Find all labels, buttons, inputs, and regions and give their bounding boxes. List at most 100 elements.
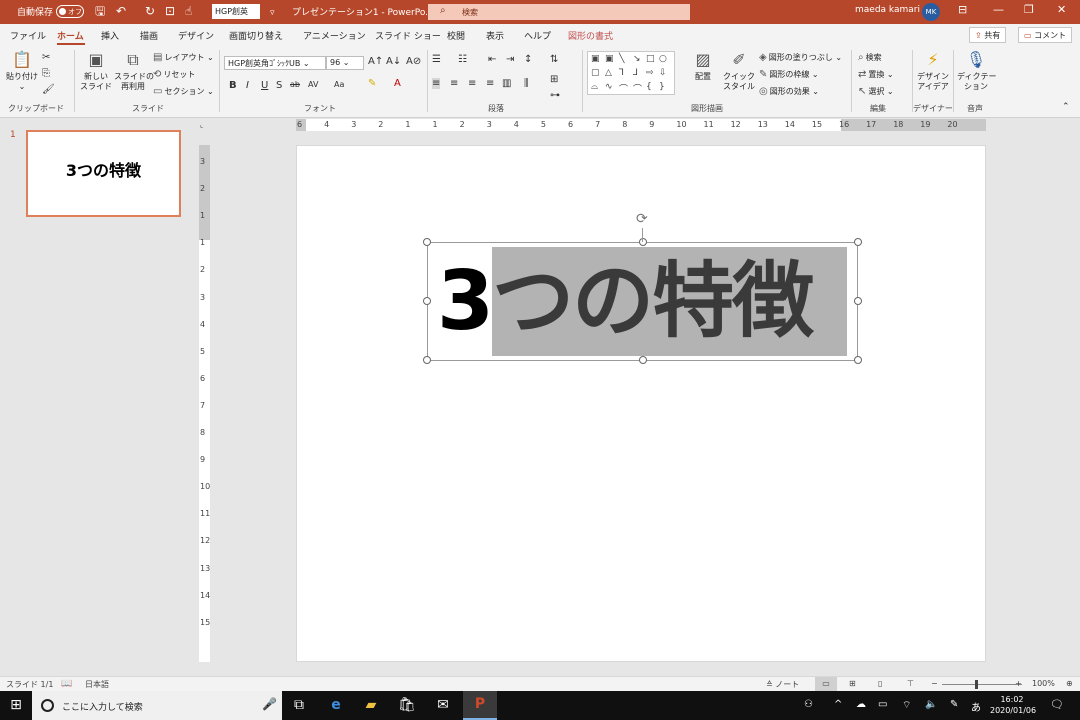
- wave-shape-icon[interactable]: ⌒: [633, 82, 642, 95]
- font-family-select[interactable]: HGP創英角ｺﾞｼｯｸUB ⌄: [224, 56, 326, 70]
- slide-canvas[interactable]: 3つの特徴 ⟳: [296, 145, 986, 662]
- zoom-slider-track[interactable]: [942, 684, 1022, 685]
- resize-handle-e[interactable]: [854, 297, 862, 305]
- rectangle-shape-icon[interactable]: □: [646, 54, 655, 64]
- align-left-icon[interactable]: ≡: [432, 78, 441, 89]
- shape-effect-button[interactable]: ◎ 図形の効果 ⌄: [759, 86, 819, 97]
- underline-button[interactable]: U: [261, 80, 268, 91]
- redo-icon[interactable]: ↻: [145, 4, 155, 18]
- shrink-font-icon[interactable]: A↓: [386, 56, 401, 67]
- autosave-toggle[interactable]: オフ: [56, 5, 84, 18]
- volume-icon[interactable]: 🔈: [925, 699, 937, 710]
- tab-draw[interactable]: 描画: [140, 29, 158, 42]
- task-view-icon[interactable]: ⧉: [289, 696, 309, 714]
- paste-button[interactable]: 📋 貼り付け ⌄: [5, 50, 39, 92]
- tab-transitions[interactable]: 画面切り替え: [229, 29, 283, 42]
- onedrive-icon[interactable]: ☁: [856, 699, 866, 710]
- shape-outline-button[interactable]: ✎ 図形の枠線 ⌄: [759, 69, 819, 80]
- rounded-rect-shape-icon[interactable]: ▢: [591, 68, 600, 78]
- italic-button[interactable]: I: [246, 80, 249, 91]
- tab-insert[interactable]: 挿入: [101, 29, 119, 42]
- fit-to-window-icon[interactable]: ⊕: [1066, 679, 1073, 688]
- tab-shape-format[interactable]: 図形の書式: [568, 29, 613, 42]
- numbering-icon[interactable]: ☷: [458, 54, 467, 65]
- copy-icon[interactable]: ⎘: [42, 68, 50, 79]
- start-from-beginning-icon[interactable]: ⊡: [165, 4, 175, 18]
- freeform-shape-icon[interactable]: ⌓: [591, 82, 598, 92]
- resize-handle-sw[interactable]: [423, 356, 431, 364]
- bold-button[interactable]: B: [229, 80, 237, 91]
- resize-handle-s[interactable]: [639, 356, 647, 364]
- bullets-icon[interactable]: ☰: [432, 54, 441, 65]
- language-indicator[interactable]: 日本語: [85, 679, 109, 690]
- oval-shape-icon[interactable]: ○: [659, 54, 667, 64]
- slideshow-view-icon[interactable]: ⊤: [907, 679, 914, 688]
- ime-indicator[interactable]: あ: [971, 699, 981, 714]
- notification-center-icon[interactable]: 🗨: [1050, 698, 1064, 711]
- tab-design[interactable]: デザイン: [178, 29, 214, 42]
- tab-animations[interactable]: アニメーション: [303, 29, 366, 42]
- normal-view-icon[interactable]: ▭: [815, 677, 837, 691]
- touch-mode-icon[interactable]: ☝: [185, 4, 192, 18]
- distribute-icon[interactable]: ▥: [502, 78, 511, 89]
- design-ideas-button[interactable]: ⚡ デザイン アイデア: [915, 50, 951, 92]
- new-slide-button[interactable]: ▣ 新しい スライド: [78, 50, 114, 92]
- align-text-icon[interactable]: ⊞: [550, 74, 558, 85]
- tab-slideshow[interactable]: スライド ショー: [375, 29, 441, 42]
- share-button[interactable]: ⇪ 共有: [969, 27, 1007, 43]
- zoom-out-icon[interactable]: −: [931, 679, 938, 688]
- textbox-shape-icon[interactable]: ▣: [591, 54, 600, 64]
- undo-icon[interactable]: ↶: [116, 4, 126, 18]
- powerpoint-taskbar-button[interactable]: P: [463, 691, 497, 720]
- quick-style-button[interactable]: ✐ クイック スタイル: [721, 50, 757, 92]
- tab-help[interactable]: ヘルプ: [524, 29, 551, 42]
- resize-handle-se[interactable]: [854, 356, 862, 364]
- selection-box[interactable]: [423, 238, 862, 364]
- arc-shape-icon[interactable]: ⌒: [619, 82, 628, 95]
- shadow-button[interactable]: S: [276, 80, 282, 91]
- arrow-line-shape-icon[interactable]: ↘: [633, 54, 641, 64]
- pen-workspace-icon[interactable]: ✎: [950, 699, 958, 710]
- increase-indent-icon[interactable]: ⇥: [506, 54, 514, 65]
- clear-format-icon[interactable]: A⊘: [406, 56, 421, 67]
- vertical-ruler[interactable]: 3 2 1 1 2 3 4 5 6 7 8 9 10 11 12 13 14 15: [199, 145, 210, 662]
- strikethrough-button[interactable]: ab: [290, 80, 300, 89]
- comments-button[interactable]: ▭ コメント: [1018, 27, 1073, 43]
- find-button[interactable]: ⌕ 検索: [858, 52, 882, 63]
- triangle-shape-icon[interactable]: △: [605, 68, 612, 78]
- justify-icon[interactable]: ≡: [486, 78, 494, 89]
- smartart-icon[interactable]: ⊶: [550, 90, 560, 101]
- horizontal-ruler[interactable]: 6 4 3 2 1 1 2 3 4 5 6 7 8 9 10 11 12 13 14 15 16 17 18 19 20: [296, 119, 986, 131]
- save-icon[interactable]: 🖫: [95, 4, 105, 18]
- ribbon-display-icon[interactable]: ⊟: [958, 3, 967, 16]
- search-box[interactable]: ⌕ 検索: [428, 4, 690, 20]
- resize-handle-nw[interactable]: [423, 238, 431, 246]
- clock[interactable]: 16:02 2020/01/06: [990, 694, 1036, 716]
- zoom-in-icon[interactable]: +: [1015, 679, 1022, 688]
- tab-home[interactable]: ホーム: [57, 29, 84, 42]
- tab-file[interactable]: ファイル: [10, 29, 46, 42]
- avatar[interactable]: MK: [922, 3, 940, 21]
- reset-button[interactable]: ⟲ リセット: [153, 69, 195, 80]
- char-spacing-button[interactable]: AV: [308, 80, 318, 89]
- align-center-icon[interactable]: ≡: [450, 78, 458, 89]
- arrange-button[interactable]: ▨ 配置: [688, 50, 718, 82]
- people-icon[interactable]: ⚇: [804, 699, 813, 710]
- collapse-ribbon-icon[interactable]: ⌃: [1062, 102, 1070, 112]
- quick-font-box[interactable]: HGP創英: [212, 4, 260, 19]
- resize-handle-ne[interactable]: [854, 238, 862, 246]
- cut-icon[interactable]: ✂: [42, 52, 50, 63]
- align-right-icon[interactable]: ≡: [468, 78, 476, 89]
- zoom-level[interactable]: 100%: [1032, 679, 1055, 688]
- elbow-arrow-shape-icon[interactable]: ⅃: [633, 68, 638, 78]
- slide-sorter-icon[interactable]: ⊞: [849, 679, 856, 688]
- minimize-icon[interactable]: —: [993, 3, 1004, 16]
- microphone-icon[interactable]: 🎤: [262, 697, 277, 711]
- font-color-icon[interactable]: A: [394, 78, 401, 89]
- select-button[interactable]: ↖ 選択 ⌄: [858, 86, 894, 97]
- change-case-button[interactable]: Aa: [334, 80, 344, 89]
- dictate-button[interactable]: 🎙 ディクテー ション: [957, 50, 996, 92]
- notes-button[interactable]: ≙ ノート: [766, 679, 799, 690]
- text-direction-icon[interactable]: ⇅: [550, 54, 558, 65]
- rotate-handle-icon[interactable]: ⟳: [636, 211, 648, 227]
